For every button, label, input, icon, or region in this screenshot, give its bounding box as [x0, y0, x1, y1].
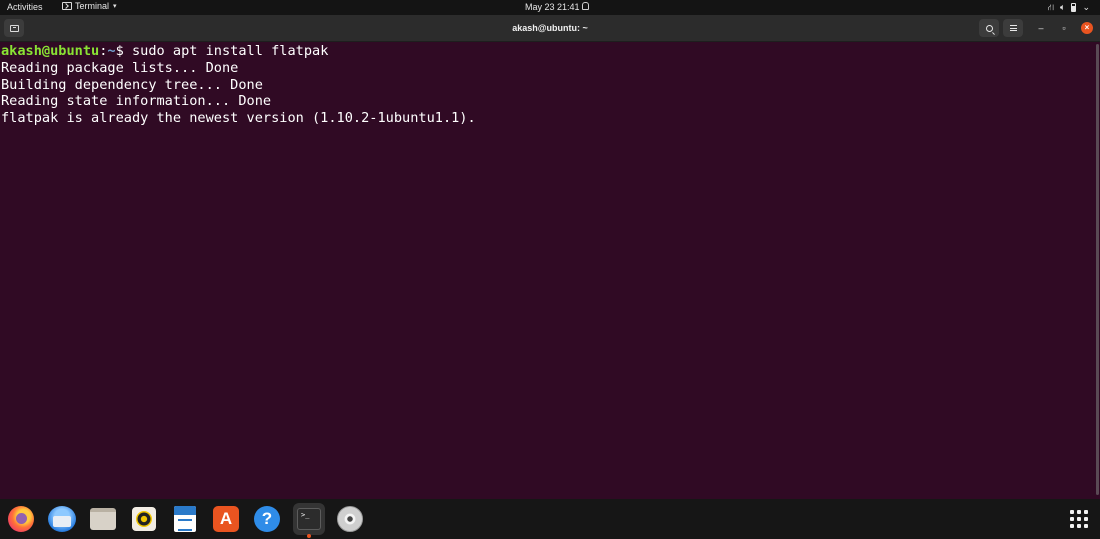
menu-button[interactable]: [1003, 19, 1023, 37]
help-icon: ?: [254, 506, 280, 532]
dock: A ? >_: [0, 499, 1100, 539]
minimize-button[interactable]: –: [1035, 22, 1047, 34]
hamburger-icon: [1009, 25, 1017, 31]
prompt-user: akash@ubuntu: [1, 43, 100, 59]
app-grid-icon: [1070, 510, 1088, 528]
restore-button[interactable]: ▫: [1058, 22, 1070, 34]
battery-icon: [1071, 2, 1077, 12]
rhythmbox-icon: [132, 507, 156, 531]
terminal-icon: >_: [297, 508, 321, 530]
running-indicator: [307, 534, 311, 538]
close-button[interactable]: ×: [1081, 22, 1093, 34]
search-button[interactable]: [979, 19, 999, 37]
output-line: flatpak is already the newest version (1…: [1, 110, 476, 127]
dock-ubuntu-software[interactable]: A: [210, 503, 242, 535]
dock-thunderbird[interactable]: [46, 503, 78, 535]
files-icon: [90, 508, 116, 530]
dock-rhythmbox[interactable]: [128, 503, 160, 535]
command-line: akash@ubuntu:~$ sudo apt install flatpak: [1, 43, 1100, 60]
terminal-app-icon: [62, 2, 72, 10]
dock-disc[interactable]: [334, 503, 366, 535]
terminal-headerbar: akash@ubuntu: ~ – ▫ ×: [0, 15, 1100, 42]
prompt-symbol: $: [115, 43, 132, 59]
dock-firefox[interactable]: [5, 503, 37, 535]
thunderbird-icon: [48, 506, 76, 532]
command-text: sudo apt install flatpak: [131, 43, 329, 59]
clock[interactable]: May 23 21:41: [525, 2, 580, 12]
top-bar: Activities Terminal ▾ May 23 21:41 ⛙ 🔈︎ …: [0, 0, 1100, 15]
software-icon: A: [213, 506, 239, 532]
scrollbar[interactable]: [1096, 44, 1099, 495]
app-menu-label: Terminal: [75, 1, 110, 11]
dock-terminal[interactable]: >_: [293, 503, 325, 538]
prompt-path: ~: [107, 43, 116, 59]
volume-icon: 🔈︎: [1060, 2, 1066, 12]
output-line: Building dependency tree... Done: [1, 76, 263, 93]
search-icon: [985, 24, 993, 32]
output-line: Reading state information... Done: [1, 93, 272, 110]
disc-icon: [337, 506, 363, 532]
activities-button[interactable]: Activities: [7, 2, 43, 12]
show-applications-button[interactable]: [1063, 503, 1095, 535]
terminal-output[interactable]: akash@ubuntu:~$ sudo apt install flatpak…: [0, 42, 1100, 499]
output-line: Reading package lists... Done: [1, 59, 239, 76]
network-icon: ⛙: [1047, 2, 1055, 12]
writer-icon: [174, 506, 196, 532]
alarm-icon: [582, 2, 589, 10]
firefox-icon: [8, 506, 34, 532]
chevron-down-icon: ▾: [113, 3, 117, 10]
dock-libreoffice-writer[interactable]: [169, 503, 201, 535]
system-tray[interactable]: ⛙ 🔈︎ ⌄: [1048, 1, 1090, 13]
window-title: akash@ubuntu: ~: [512, 23, 588, 33]
chevron-down-icon: ⌄: [1082, 2, 1090, 12]
dock-files[interactable]: [87, 503, 119, 535]
dock-help[interactable]: ?: [251, 503, 283, 535]
app-menu[interactable]: Terminal ▾: [62, 1, 117, 11]
